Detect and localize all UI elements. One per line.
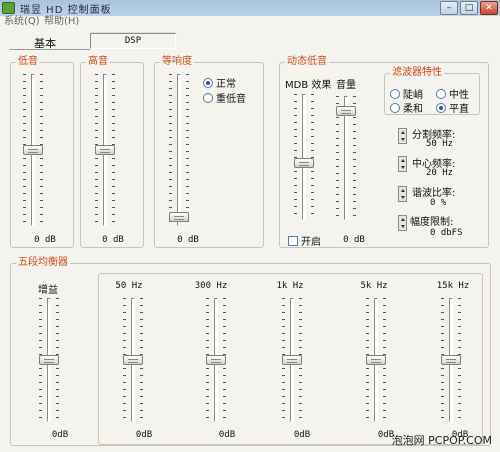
eq-band-15khz-thumb[interactable] [441,355,461,365]
bass-group-title: 低音 [16,56,40,68]
radio-icon [203,92,213,103]
amplitude-limit-label: 幅度限制: [410,217,454,228]
minimize-button[interactable]: – [440,1,458,15]
treble-value: 0 dB [102,235,124,245]
eq-band-1khz-thumb[interactable] [282,355,302,365]
eq-band-15khz-label: 15k Hz [436,281,470,291]
radio-selected-icon [436,102,446,113]
gain-value: 0dB [51,430,69,440]
radio-icon [390,102,400,113]
enable-checkbox[interactable]: 开启 [288,233,321,248]
menu-help[interactable]: 帮助(H) [44,16,79,28]
window-controls: – □ ✕ [440,1,498,15]
filter-neutral-radio[interactable]: 中性 [436,86,469,101]
bass-slider-thumb[interactable] [23,145,43,155]
tab-divider [10,49,90,50]
menu-bar: 系统(Q) 帮助(H) [0,16,500,28]
radio-icon [436,88,446,99]
gain-slider-thumb[interactable] [39,355,59,365]
mdb-effect-slider[interactable] [292,94,316,220]
center-frequency-spinner[interactable] [398,156,407,172]
mdb-effect-slider-thumb[interactable] [294,158,314,168]
gain-slider[interactable] [37,298,61,422]
title-bar: 瑞昱 HD 控制面板 – □ ✕ [0,0,500,16]
bass-value: 0 dB [34,235,56,245]
equalizer-group-title: 五段均衡器 [16,257,70,269]
volume-slider[interactable] [334,96,358,220]
eq-band-50hz-slider[interactable] [121,298,145,422]
eq-band-300hz-thumb[interactable] [206,355,226,365]
eq-band-1khz-value: 0dB [293,430,311,440]
eq-band-1khz-slider[interactable] [280,298,304,422]
eq-band-300hz-value: 0dB [218,430,236,440]
eq-band-300hz-label: 300 Hz [194,281,228,291]
eq-band-300hz-slider[interactable] [204,298,228,422]
watermark-text: 泡泡网 PCPOP.COM [391,434,492,447]
dynamic-bass-group-title: 动态低音 [285,56,329,68]
treble-group-title: 高音 [86,56,110,68]
filter-soft-radio[interactable]: 柔和 [390,100,423,115]
tab-dsp[interactable]: DSP [90,32,177,49]
eq-band-5khz-slider[interactable] [364,298,388,422]
bass-slider[interactable] [21,74,45,226]
filter-steep-radio[interactable]: 陡峭 [390,86,423,101]
loudness-normal-radio[interactable]: 正常 [203,75,236,90]
menu-system[interactable]: 系统(Q) [4,16,40,28]
eq-band-5khz-thumb[interactable] [366,355,386,365]
window-title: 瑞昱 HD 控制面板 [20,5,112,16]
loudness-slider[interactable] [167,74,191,226]
volume-slider-thumb[interactable] [336,106,356,116]
app-icon [2,2,15,14]
eq-band-50hz-value: 0dB [135,430,153,440]
amplitude-limit-spinner[interactable] [398,215,407,231]
eq-band-50hz-thumb[interactable] [123,355,143,365]
harmonic-ratio-value: 0 % [430,198,447,208]
amplitude-limit-value: 0 dbFS [430,228,463,238]
eq-band-15khz-slider[interactable] [439,298,463,422]
treble-slider-thumb[interactable] [95,145,115,155]
loudness-value: 0 dB [177,235,199,245]
center-frequency-value: 20 Hz [426,168,454,178]
crossover-value: 50 Hz [426,139,454,149]
harmonic-ratio-spinner[interactable] [398,186,407,202]
volume-label: 音量 [336,80,356,91]
maximize-button[interactable]: □ [460,1,478,15]
loudness-group-title: 等响度 [160,56,194,68]
loudness-heavy-bass-radio[interactable]: 重低音 [203,90,246,105]
harmonic-ratio-label: 谐波比率: [412,188,456,199]
close-button[interactable]: ✕ [480,1,498,15]
checkbox-icon [288,235,298,246]
eq-band-1khz-label: 1k Hz [276,281,304,291]
volume-value: 0 dB [343,235,365,245]
radio-icon [390,88,400,99]
loudness-slider-thumb[interactable] [169,212,189,222]
eq-band-50hz-label: 50 Hz [115,281,143,291]
gain-label: 增益 [38,285,58,296]
eq-band-5khz-label: 5k Hz [360,281,388,291]
filter-flat-radio[interactable]: 平直 [436,100,469,115]
filter-group-title: 滤波器特性 [390,67,444,79]
radio-selected-icon [203,77,213,88]
mdb-effect-label: MDB 效果 [285,80,332,91]
treble-slider[interactable] [93,74,117,226]
crossover-spinner[interactable] [398,128,407,144]
